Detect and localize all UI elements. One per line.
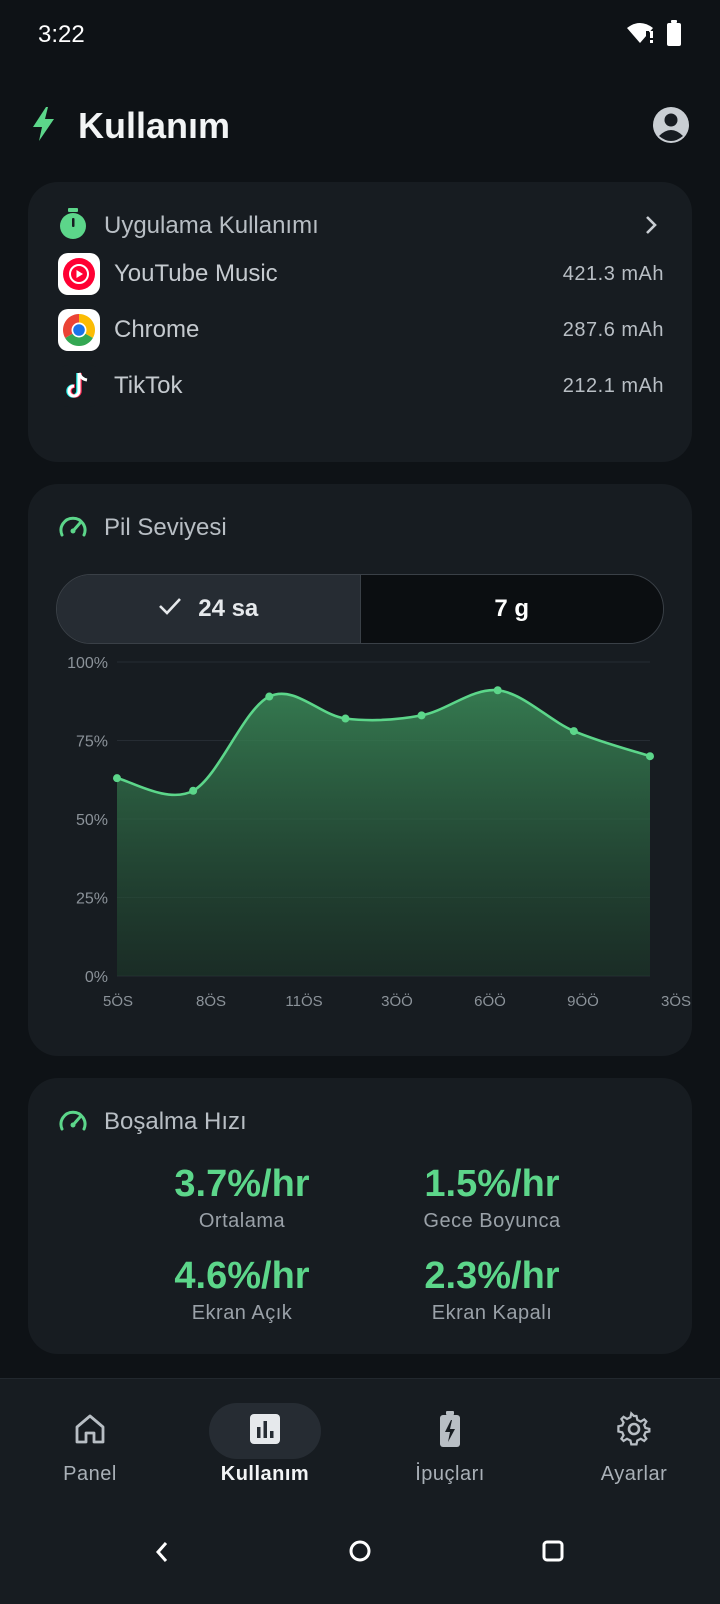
x-tick-label: 8ÖS: [196, 992, 226, 1010]
battery-point: [569, 727, 578, 736]
account-avatar-icon[interactable]: [652, 106, 690, 149]
battery-bolt-icon: [438, 1410, 462, 1453]
list-item[interactable]: TikTok 212.1 mAh: [58, 358, 664, 414]
nav-item-panel[interactable]: Panel: [0, 1379, 180, 1501]
stat-screen-off: 2.3%/hr Ekran Kapalı: [372, 1254, 612, 1325]
nav-label: Kullanım: [220, 1463, 310, 1485]
battery-level-card: Pil Seviyesi 24 sa 7 g 0% 25% 50% 75% 100% 5…: [28, 484, 692, 1056]
timer-icon: [58, 207, 88, 245]
battery-area-fill: [117, 690, 650, 976]
app-value: 287.6 mAh: [562, 318, 664, 341]
battery-point: [493, 686, 502, 695]
battery-point: [341, 714, 350, 723]
app-name: Chrome: [114, 316, 200, 343]
app-value: 212.1 mAh: [562, 374, 664, 397]
x-tick-label: 11ÖS: [285, 992, 322, 1010]
status-bar: 3:22: [0, 0, 720, 70]
battery-icon: [666, 19, 682, 51]
drain-rate-title: Boşalma Hızı: [104, 1108, 247, 1135]
x-tick-label: 3ÖS: [661, 992, 691, 1010]
nav-item-usage[interactable]: Kullanım: [175, 1379, 355, 1501]
page-title: Kullanım: [78, 105, 231, 146]
app-header: Kullanım: [0, 90, 720, 162]
y-tick-label: 100%: [67, 655, 108, 672]
tab-24h[interactable]: 24 sa: [57, 575, 361, 643]
stat-label: Gece Boyunca: [423, 1210, 561, 1232]
tab-7d[interactable]: 7 g: [360, 575, 663, 643]
gear-icon: [616, 1410, 652, 1452]
stat-label: Ekran Açık: [191, 1302, 293, 1324]
status-time: 3:22: [38, 21, 85, 48]
wifi-icon: [626, 21, 654, 50]
stat-average: 3.7%/hr Ortalama: [122, 1162, 362, 1233]
nav-item-settings[interactable]: Ayarlar: [544, 1379, 720, 1501]
x-tick-label: 3ÖÖ: [381, 992, 413, 1010]
status-icons: [626, 19, 682, 51]
app-value: 421.3 mAh: [562, 262, 664, 285]
app-name: YouTube Music: [114, 260, 278, 287]
x-tick-label: 6ÖÖ: [474, 992, 506, 1010]
y-tick-label: 75%: [76, 734, 108, 751]
y-tick-label: 0%: [85, 969, 108, 986]
stat-value: 1.5%/hr: [424, 1163, 560, 1205]
stat-label: Ortalama: [198, 1210, 286, 1232]
speedometer-icon: [58, 513, 88, 544]
home-button-icon[interactable]: [349, 1540, 371, 1567]
bottom-navigation: Panel Kullanım İpuçları Ayarlar: [0, 1378, 720, 1500]
bolt-icon: [30, 106, 58, 147]
battery-point: [113, 774, 121, 783]
drain-rate-card: Boşalma Hızı 3.7%/hr Ortalama 1.5%/hr Ge…: [28, 1078, 692, 1354]
speedometer-icon: [58, 1107, 88, 1138]
battery-point: [417, 711, 426, 720]
battery-level-title: Pil Seviyesi: [104, 514, 227, 541]
battery-point: [646, 752, 654, 761]
tab-24h-label: 24 sa: [198, 595, 259, 622]
tiktok-icon: [58, 365, 100, 407]
nav-label: Ayarlar: [600, 1463, 668, 1485]
chevron-right-icon[interactable]: [644, 214, 658, 241]
drain-rate-header: Boşalma Hızı: [58, 1102, 664, 1142]
range-toggle: 24 sa 7 g: [56, 574, 664, 644]
nav-label: Panel: [63, 1463, 117, 1485]
back-icon[interactable]: [154, 1540, 170, 1569]
check-icon: [158, 595, 182, 623]
app-name: TikTok: [114, 372, 183, 399]
stat-screen-on: 4.6%/hr Ekran Açık: [122, 1254, 362, 1325]
battery-point: [265, 692, 274, 701]
stat-value: 4.6%/hr: [174, 1255, 310, 1297]
y-tick-label: 50%: [76, 812, 108, 829]
x-tick-label: 5ÖS: [103, 992, 133, 1010]
recents-icon[interactable]: [542, 1540, 564, 1567]
list-item[interactable]: YouTube Music 421.3 mAh: [58, 246, 664, 302]
bar-chart-icon: [248, 1412, 282, 1451]
drain-stats: 3.7%/hr Ortalama 1.5%/hr Gece Boyunca 4.…: [28, 1162, 692, 1342]
battery-level-chart: 0% 25% 50% 75% 100% 5ÖS 8ÖS 11ÖS 3ÖÖ 6ÖÖ 9ÖÖ 3ÖS: [67, 655, 691, 1010]
app-usage-card[interactable]: Uygulama Kullanımı YouTube Music 421.3 m…: [28, 182, 692, 462]
system-navigation-bar: [0, 1500, 720, 1604]
list-item[interactable]: Chrome 287.6 mAh: [58, 302, 664, 358]
tab-7d-label: 7 g: [494, 595, 530, 622]
stat-overnight: 1.5%/hr Gece Boyunca: [372, 1162, 612, 1233]
nav-label: İpuçları: [415, 1463, 485, 1485]
stat-label: Ekran Kapalı: [431, 1302, 553, 1324]
chrome-icon: [58, 309, 100, 351]
stat-value: 2.3%/hr: [424, 1255, 560, 1297]
y-tick-label: 25%: [76, 891, 108, 908]
battery-level-header: Pil Seviyesi: [58, 508, 664, 548]
nav-item-tips[interactable]: İpuçları: [360, 1379, 540, 1501]
battery-point: [189, 786, 198, 795]
app-usage-header: Uygulama Kullanımı: [58, 206, 664, 246]
home-icon: [73, 1413, 107, 1450]
youtube-music-icon: [58, 253, 100, 295]
app-usage-title: Uygulama Kullanımı: [104, 212, 319, 239]
stat-value: 3.7%/hr: [174, 1163, 310, 1205]
x-tick-label: 9ÖÖ: [567, 992, 599, 1010]
